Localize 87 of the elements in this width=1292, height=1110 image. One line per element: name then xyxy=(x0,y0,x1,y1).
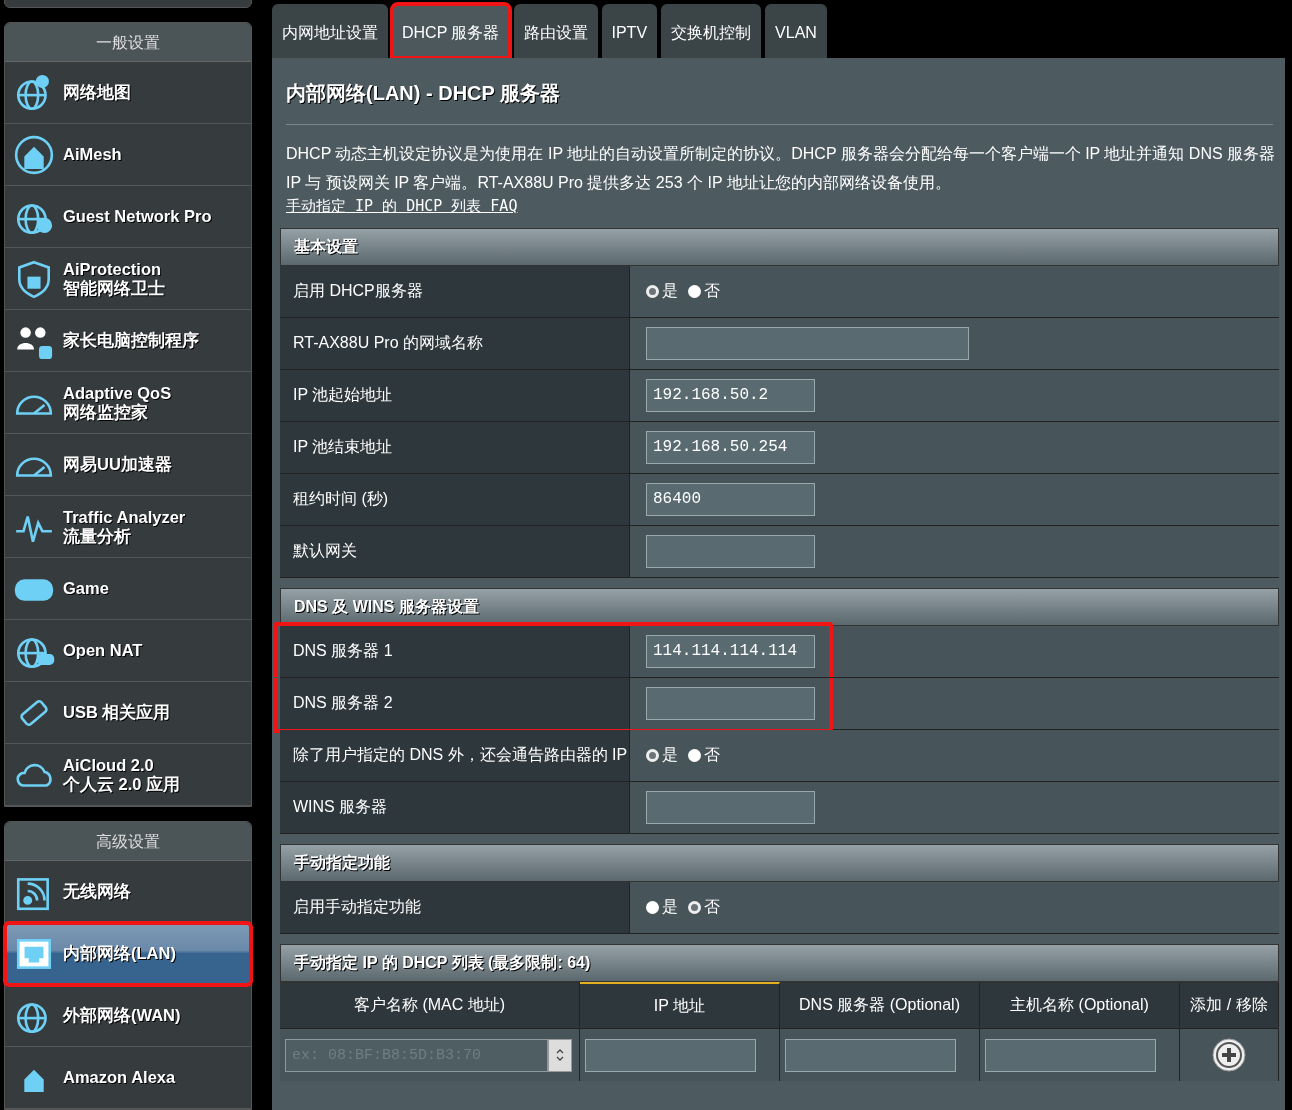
menu-label: Guest Network Pro xyxy=(63,207,212,226)
input-field[interactable]: 86400 xyxy=(646,483,815,516)
menu-label: AiCloud 2.0 个人云 2.0 应用 xyxy=(63,755,181,794)
tab[interactable]: 路由设置 xyxy=(513,4,598,58)
setting-label: DNS 服务器 2 xyxy=(280,678,630,729)
setting-label: IP 池结束地址 xyxy=(280,422,630,473)
setting-label: WINS 服务器 xyxy=(280,782,630,833)
radio-label: 是 xyxy=(662,897,678,917)
menu-label: 网易UU加速器 xyxy=(63,455,172,474)
menu-label: Open NAT xyxy=(63,641,143,660)
tab[interactable]: 交换机控制 xyxy=(661,4,762,58)
input-field[interactable] xyxy=(785,1038,956,1072)
radio-label: 是 xyxy=(662,745,678,765)
sidebar-item[interactable]: AiCloud 2.0 个人云 2.0 应用 xyxy=(5,744,251,806)
radio-button[interactable] xyxy=(688,285,701,298)
radio-button[interactable] xyxy=(646,901,659,914)
input-field[interactable]: 192.168.50.254 xyxy=(646,431,815,464)
menu-label: 网络地图 xyxy=(63,83,131,102)
menu-group-title: 一般设置 xyxy=(5,23,251,62)
sidebar-item[interactable]: Open NAT xyxy=(5,620,251,682)
menu-label: AiProtection 智能网络卫士 xyxy=(63,259,165,298)
radio-button[interactable] xyxy=(688,749,701,762)
sidebar-item[interactable]: USB 相关应用 xyxy=(5,682,251,744)
menu-label: Game xyxy=(63,579,109,598)
sidebar-item[interactable]: Amazon Alexa xyxy=(5,1047,251,1109)
input-field[interactable] xyxy=(585,1038,756,1072)
section-header: DNS 及 WINS 服务器设置 xyxy=(280,588,1279,626)
setting-label: IP 池起始地址 xyxy=(280,370,630,421)
add-icon[interactable] xyxy=(1211,1037,1247,1073)
menu-label: 家长电脑控制程序 xyxy=(63,331,199,350)
radio-button[interactable] xyxy=(688,901,701,914)
radio-label: 否 xyxy=(704,897,720,917)
setting-label: 启用 DHCP服务器 xyxy=(280,266,630,317)
menu-label: 外部网络(WAN) xyxy=(63,1006,181,1025)
tab[interactable]: VLAN xyxy=(765,4,827,58)
setting-label: 除了用户指定的 DNS 外，还会通告路由器的 IP xyxy=(280,730,630,781)
sidebar-item[interactable]: Game xyxy=(5,558,251,620)
setting-label: 启用手动指定功能 xyxy=(280,882,630,933)
menu-label: Amazon Alexa xyxy=(63,1068,176,1087)
menu-label: 无线网络 xyxy=(63,882,131,901)
setting-label: RT-AX88U Pro 的网域名称 xyxy=(280,318,630,369)
menu-label: AiMesh xyxy=(63,145,122,164)
description-text: DHCP 动态主机设定协议是为使用在 IP 地址的自动设置所制定的协议。DHCP 服务器会分配给每一个客户端一个 IP 地址并通知 DNS 服务器 IP 与 预设网关 IP 客户端。RT-AX88U Pro 提供多达 253 个 IP 地址让您的内部网络设备使用。 xyxy=(285,144,1277,193)
column-header: 添加 / 移除 xyxy=(1180,982,1279,1027)
column-header: 主机名称 (Optional) xyxy=(980,982,1180,1027)
menu-label: Adaptive QoS 网络监控家 xyxy=(63,383,172,422)
column-header: 客户名称 (MAC 地址) xyxy=(280,982,580,1027)
section-header: 手动指定功能 xyxy=(280,844,1279,882)
section-header: 基本设置 xyxy=(280,228,1279,266)
input-field[interactable]: 114.114.114.114 xyxy=(646,635,815,668)
setting-label: DNS 服务器 1 xyxy=(280,626,630,677)
page-title: 内部网络(LAN) - DHCP 服务器 xyxy=(285,81,562,106)
radio-label: 否 xyxy=(704,281,720,301)
menu-label: USB 相关应用 xyxy=(63,703,171,722)
radio-label: 否 xyxy=(704,745,720,765)
input-field[interactable] xyxy=(646,535,815,568)
sidebar-item[interactable]: 外部网络(WAN) xyxy=(5,985,251,1047)
input-field[interactable] xyxy=(646,791,815,824)
sidebar-item[interactable]: AiProtection 智能网络卫士 xyxy=(5,248,251,310)
sidebar-item[interactable]: Traffic Analyzer 流量分析 xyxy=(5,496,251,558)
input-field[interactable]: 192.168.50.2 xyxy=(646,379,815,412)
section-header: 手动指定 IP 的 DHCP 列表 (最多限制: 64) xyxy=(280,944,1279,982)
tab[interactable]: DHCP 服务器 xyxy=(392,4,510,58)
menu-group-title: 高级设置 xyxy=(5,822,251,861)
dropdown-button[interactable] xyxy=(548,1038,572,1072)
sidebar-item[interactable]: 网络地图 xyxy=(5,62,251,124)
setting-label: 租约时间 (秒) xyxy=(280,474,630,525)
radio-label: 是 xyxy=(662,281,678,301)
sidebar-item[interactable]: AiMesh xyxy=(5,124,251,186)
input-field[interactable] xyxy=(646,327,969,360)
up-down-arrows-icon xyxy=(555,1047,565,1063)
setting-label: 默认网关 xyxy=(280,526,630,577)
sidebar-item[interactable]: Guest Network Pro xyxy=(5,186,251,248)
input-field[interactable] xyxy=(985,1038,1156,1072)
sidebar-item[interactable]: 家长电脑控制程序 xyxy=(5,310,251,372)
radio-button[interactable] xyxy=(646,749,659,762)
sidebar-item[interactable]: Adaptive QoS 网络监控家 xyxy=(5,372,251,434)
input-field[interactable] xyxy=(646,687,815,720)
menu-label: Traffic Analyzer 流量分析 xyxy=(63,507,186,546)
menu-label: 内部网络(LAN) xyxy=(63,944,176,963)
column-header: DNS 服务器 (Optional) xyxy=(780,982,980,1027)
radio-button[interactable] xyxy=(646,285,659,298)
tab[interactable]: 内网地址设置 xyxy=(272,4,388,58)
sidebar-item[interactable]: 网易UU加速器 xyxy=(5,434,251,496)
sidebar-item[interactable]: 内部网络(LAN) xyxy=(5,923,251,985)
faq-link[interactable]: 手动指定 IP 的 DHCP 列表 FAQ xyxy=(280,197,518,216)
tab[interactable]: IPTV xyxy=(601,4,658,58)
